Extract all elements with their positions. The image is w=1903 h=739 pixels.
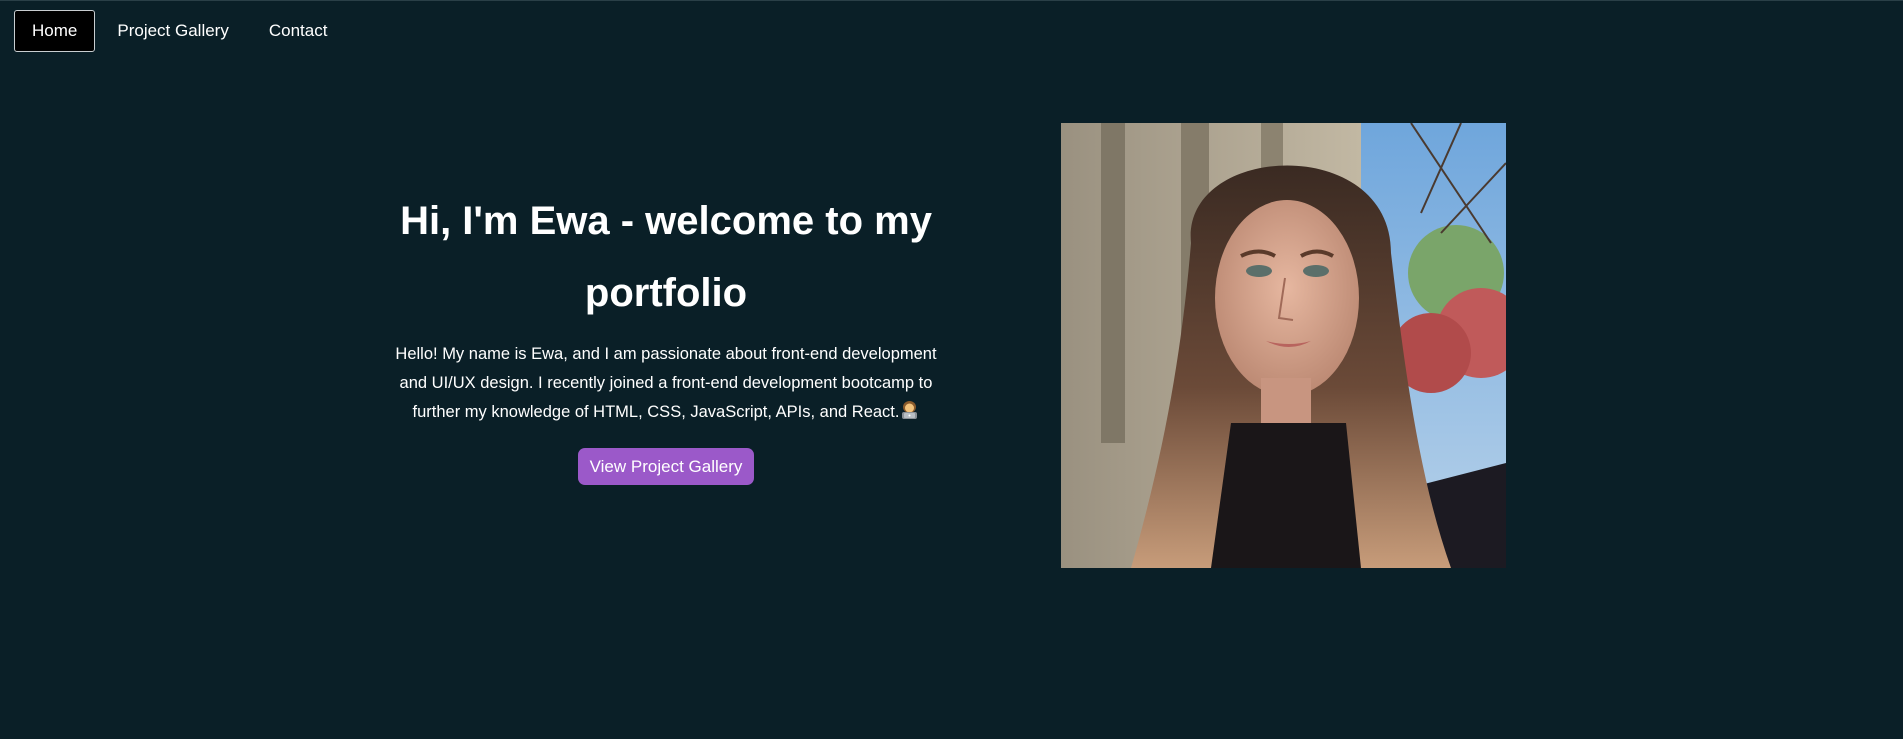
- view-project-gallery-button[interactable]: View Project Gallery: [577, 448, 755, 485]
- hero-title: Hi, I'm Ewa - welcome to my portfolio: [400, 199, 932, 315]
- nav-project-gallery[interactable]: Project Gallery: [99, 10, 246, 52]
- nav-contact[interactable]: Contact: [251, 10, 346, 52]
- main-nav: Home Project Gallery Contact: [14, 10, 345, 52]
- hero-description: Hello! My name is Ewa, and I am passiona…: [390, 340, 942, 430]
- hero-section: Hi, I'm Ewa - welcome to my portfolio He…: [390, 185, 942, 485]
- nav-home[interactable]: Home: [14, 10, 96, 52]
- woman-technologist-emoji-icon: [900, 400, 919, 430]
- hero-description-text: Hello! My name is Ewa, and I am passiona…: [395, 345, 937, 421]
- profile-photo: [1061, 123, 1506, 568]
